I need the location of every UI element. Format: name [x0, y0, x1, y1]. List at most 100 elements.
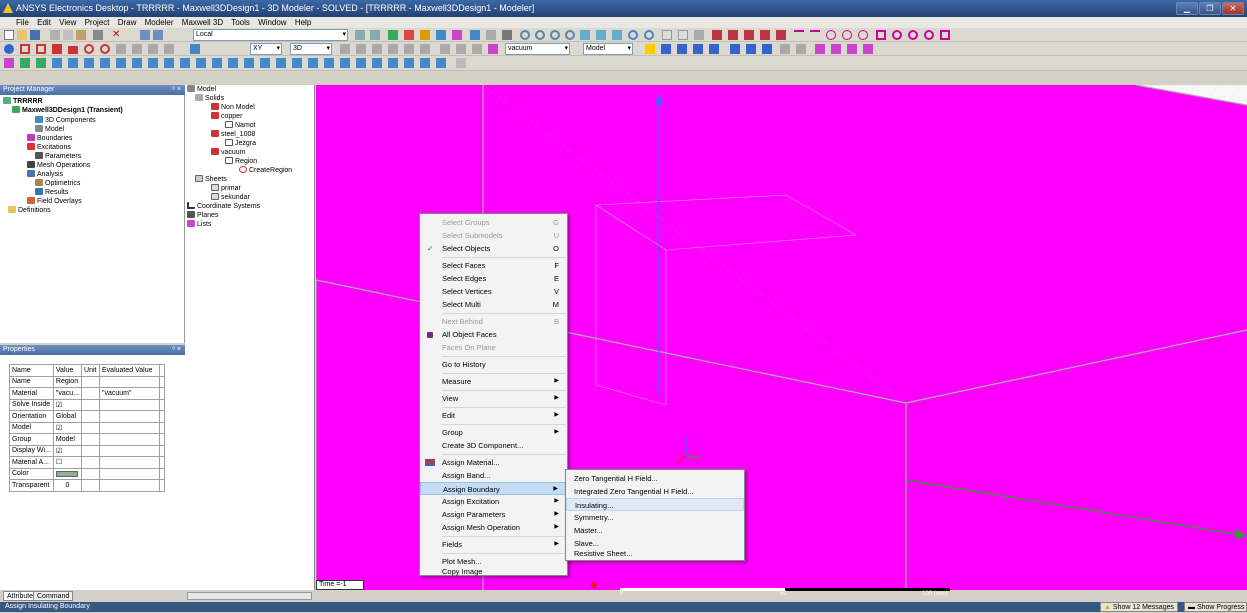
menu-maxwell3d[interactable]: Maxwell 3D	[182, 18, 223, 27]
undo-icon[interactable]	[140, 30, 150, 40]
table-row[interactable]: Solve Inside ☑	[9, 398, 166, 411]
tool-icon[interactable]	[164, 44, 174, 54]
tool-icon[interactable]	[148, 58, 158, 68]
tool-icon[interactable]	[324, 58, 334, 68]
menu-symmetry[interactable]: Symmetry...	[566, 511, 744, 524]
tool-icon[interactable]	[116, 44, 126, 54]
circle-icon[interactable]	[892, 30, 902, 40]
tree-excitations[interactable]: Excitations	[27, 143, 71, 152]
tool-icon[interactable]	[356, 58, 366, 68]
table-row[interactable]: Transparent 0	[9, 479, 166, 492]
table-row[interactable]: Group Model	[9, 433, 166, 446]
table-row[interactable]: Display Wi... ☑	[9, 444, 166, 457]
tool-icon[interactable]	[694, 30, 704, 40]
tool-icon[interactable]	[388, 44, 398, 54]
menu-assign-boundary[interactable]: Assign Boundary ▶	[420, 482, 568, 495]
save-icon[interactable]	[30, 30, 40, 40]
plane-select[interactable]: XY	[250, 43, 282, 55]
paste-icon[interactable]	[76, 30, 86, 40]
tool-icon[interactable]	[404, 44, 414, 54]
menu-select-objects[interactable]: ✓ Select Objects O	[420, 242, 568, 255]
menu-assign-excitation[interactable]: Assign Excitation ▶	[420, 495, 568, 508]
tool-icon[interactable]	[20, 44, 30, 54]
tool-icon[interactable]	[372, 58, 382, 68]
tree-optimetrics[interactable]: Optimetrics	[35, 179, 80, 188]
rotate-icon[interactable]	[550, 30, 560, 40]
tool-icon[interactable]	[388, 30, 398, 40]
line-icon[interactable]	[794, 30, 804, 40]
tool-icon[interactable]	[116, 58, 126, 68]
zoom-icon[interactable]	[644, 30, 654, 40]
tool-icon[interactable]	[370, 30, 380, 40]
tool-icon[interactable]	[36, 58, 46, 68]
print-icon[interactable]	[93, 30, 103, 40]
tool-icon[interactable]	[580, 30, 590, 40]
tree-project-trrrrr[interactable]: TRRRRR	[3, 97, 43, 106]
menu-help[interactable]: Help	[295, 18, 311, 27]
tree-parameters[interactable]: Parameters	[35, 152, 81, 161]
tool-icon[interactable]	[661, 44, 671, 54]
color-swatch[interactable]	[55, 470, 78, 477]
tool-icon[interactable]	[52, 58, 62, 68]
tool-icon[interactable]	[84, 58, 94, 68]
tool-icon[interactable]	[776, 30, 786, 40]
tool-icon[interactable]	[456, 58, 466, 68]
menu-tools[interactable]: Tools	[231, 18, 250, 27]
arc-icon[interactable]	[826, 30, 836, 40]
tool-icon[interactable]	[709, 44, 719, 54]
tool-icon[interactable]	[662, 30, 672, 40]
tool-icon[interactable]	[728, 30, 738, 40]
tool-icon[interactable]	[190, 44, 200, 54]
tool-icon[interactable]	[404, 58, 414, 68]
menu-select-edges[interactable]: Select Edges E	[420, 272, 568, 285]
menu-faces-on-plane[interactable]: Faces On Plane	[420, 341, 568, 354]
line-icon[interactable]	[810, 30, 820, 40]
menu-file[interactable]: File	[16, 18, 29, 27]
tool-icon[interactable]	[502, 30, 512, 40]
tool-icon[interactable]	[677, 44, 687, 54]
material-icon[interactable]	[488, 44, 498, 54]
tool-icon[interactable]	[693, 44, 703, 54]
tool-icon[interactable]	[148, 44, 158, 54]
tool-icon[interactable]	[456, 44, 466, 54]
delete-icon[interactable]: ✕	[112, 30, 122, 40]
tool-icon[interactable]	[84, 44, 94, 54]
redo-icon[interactable]	[153, 30, 163, 40]
table-row[interactable]: Color	[9, 467, 166, 480]
tool-icon[interactable]	[744, 30, 754, 40]
rotate-icon[interactable]	[565, 30, 575, 40]
menu-view[interactable]: View	[59, 18, 76, 27]
tool-icon[interactable]	[340, 58, 350, 68]
show-messages-button[interactable]: ▲ Show 12 Messages	[1100, 602, 1178, 612]
tree-boundaries[interactable]: Boundaries	[27, 134, 72, 143]
display-wireframe-checkbox[interactable]: ☑	[52, 444, 83, 457]
menu-project[interactable]: Project	[85, 18, 110, 27]
table-row[interactable]: Name Region	[9, 375, 166, 388]
tab-attribute[interactable]: Attribute	[3, 591, 38, 601]
menu-go-to-history[interactable]: Go to History	[420, 358, 568, 371]
tree-lists[interactable]: Lists	[187, 220, 211, 229]
tool-icon[interactable]	[760, 30, 770, 40]
tool-icon[interactable]	[52, 44, 62, 54]
menu-measure[interactable]: Measure ▶	[420, 375, 568, 388]
tool-icon[interactable]	[355, 30, 365, 40]
tree-non-model[interactable]: Non Model	[211, 103, 255, 112]
tool-icon[interactable]	[132, 44, 142, 54]
tree-model[interactable]: Model	[35, 125, 64, 134]
model-select[interactable]: Model	[583, 43, 633, 55]
ellipse-icon[interactable]	[924, 30, 934, 40]
tree-results[interactable]: Results	[35, 188, 68, 197]
show-progress-button[interactable]: ▬ Show Progress	[1184, 602, 1247, 612]
tree-analysis[interactable]: Analysis	[27, 170, 63, 179]
tree-coordinate-systems[interactable]: Coordinate Systems	[187, 202, 260, 211]
tool-icon[interactable]	[20, 58, 30, 68]
tool-icon[interactable]	[596, 30, 606, 40]
tool-icon[interactable]	[164, 58, 174, 68]
tool-icon[interactable]	[847, 44, 857, 54]
tool-icon[interactable]	[340, 44, 350, 54]
circle-icon[interactable]	[908, 30, 918, 40]
tool-icon[interactable]	[452, 30, 462, 40]
tool-icon[interactable]	[356, 44, 366, 54]
menu-assign-parameters[interactable]: Assign Parameters ▶	[420, 508, 568, 521]
tool-icon[interactable]	[228, 58, 238, 68]
